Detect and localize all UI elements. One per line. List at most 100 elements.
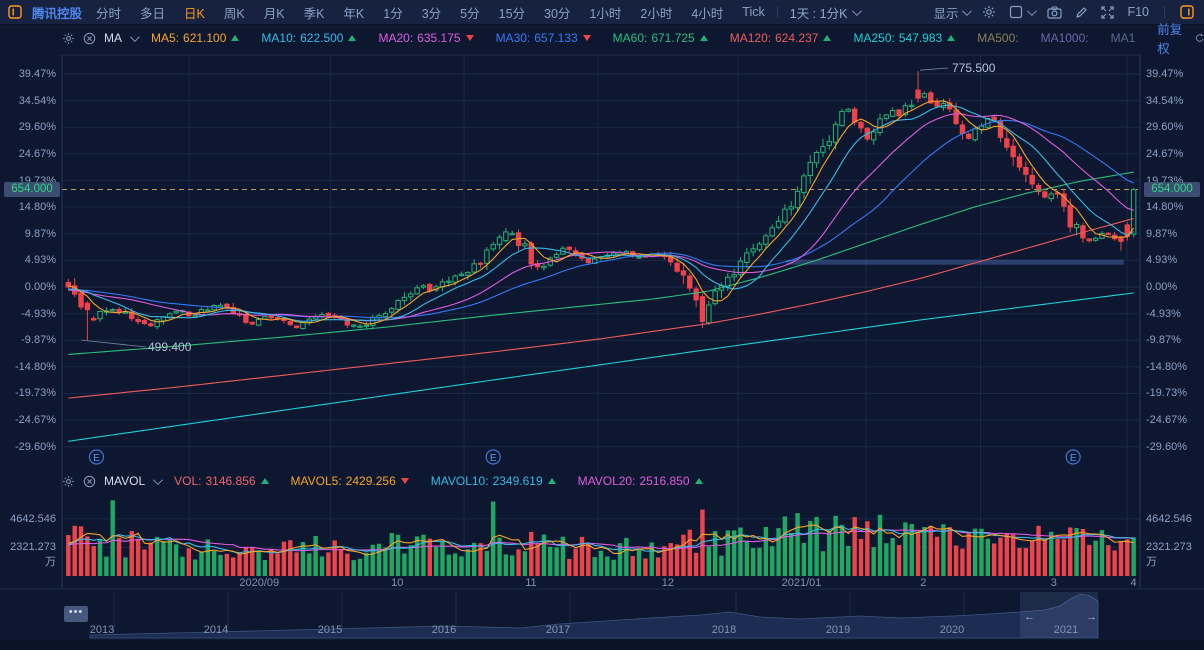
tab-2小时[interactable]: 2小时: [640, 3, 672, 22]
low-price-annotation: 499.400: [148, 340, 191, 354]
symbol-title[interactable]: 腾讯控股: [32, 3, 82, 22]
panel-toggle-icon[interactable]: [1180, 5, 1194, 19]
tab-30分[interactable]: 30分: [544, 3, 570, 22]
indicator-ma500[interactable]: MA500:: [977, 31, 1018, 45]
indicator-label: MA1: [1111, 31, 1136, 45]
up-arrow-icon: [823, 35, 831, 41]
indicator-mavol10[interactable]: MAVOL10:2349.619: [431, 474, 556, 488]
y-axis-label-right: -19.73%: [1146, 387, 1187, 399]
indicator-ma5[interactable]: MA5:621.100: [151, 31, 239, 45]
chevron-down-icon[interactable]: [130, 32, 140, 42]
month-label: 12: [662, 577, 674, 589]
up-arrow-icon: [695, 478, 703, 484]
tab-Tick[interactable]: Tick: [742, 5, 764, 19]
chevron-down-icon: [852, 6, 862, 16]
indicator-ma1[interactable]: MA1: [1111, 31, 1136, 45]
month-label: 2: [920, 577, 926, 589]
indicator-settings-gear-icon[interactable]: [62, 32, 75, 45]
current-price-badge-left: 654.000: [4, 182, 60, 197]
tab-多日[interactable]: 多日: [140, 3, 165, 22]
indicator-label: MA30:: [496, 31, 531, 45]
ma-panel-name[interactable]: MA: [104, 31, 122, 45]
navigator-right-handle[interactable]: →: [1086, 611, 1097, 623]
month-label: 11: [525, 577, 536, 589]
tab-3分[interactable]: 3分: [422, 3, 441, 22]
svg-text:E: E: [490, 453, 497, 464]
tab-1小时[interactable]: 1小时: [589, 3, 621, 22]
month-label: 2020/09: [239, 577, 279, 589]
up-arrow-icon: [348, 35, 356, 41]
indicator-vol[interactable]: VOL: 3146.856: [174, 474, 268, 488]
indicator-settings-gear-icon[interactable]: [62, 475, 75, 488]
y-axis-label-left: -9.87%: [0, 334, 56, 346]
tab-1分[interactable]: 1分: [383, 3, 402, 22]
year-label: 2017: [546, 624, 570, 636]
tab-分时[interactable]: 分时: [96, 3, 121, 22]
y-axis-label-left: -19.73%: [0, 387, 56, 399]
indicator-ma250[interactable]: MA250:547.983: [853, 31, 955, 45]
down-arrow-icon: [401, 478, 409, 484]
tab-年K[interactable]: 年K: [343, 3, 364, 22]
tab-日K[interactable]: 日K: [184, 3, 205, 22]
tab-4小时[interactable]: 4小时: [691, 3, 723, 22]
up-arrow-icon: [700, 35, 708, 41]
indicator-ma1000[interactable]: MA1000:: [1041, 31, 1089, 45]
toolbar-separator: [1164, 6, 1165, 18]
tab-季K[interactable]: 季K: [304, 3, 325, 22]
f10-button[interactable]: F10: [1127, 5, 1149, 19]
vol-axis-label-left: 2321.273: [0, 541, 56, 553]
y-axis-label-right: 4.93%: [1146, 254, 1177, 266]
y-axis-label-right: 24.67%: [1146, 148, 1183, 160]
navigator-more-button[interactable]: •••: [64, 606, 88, 622]
indicator-ma20[interactable]: MA20:635.175: [378, 31, 473, 45]
svg-text:E: E: [93, 453, 100, 464]
up-arrow-icon: [548, 478, 556, 484]
ma-indicator-row: MA MA5:621.100 MA10:622.500 MA20:635.175 MA…: [62, 29, 1172, 47]
indicator-ma60[interactable]: MA60:671.725: [613, 31, 708, 45]
ma-row-controls: MA: [62, 31, 137, 45]
indicator-label: MA10:: [261, 31, 296, 45]
toolbar: 腾讯控股 分时多日日K 周K 月K 季K 年K 1分 3分 5分 15分 30分 1小时 2小时 4小时…: [0, 0, 1204, 25]
adjust-mode-button[interactable]: 前复权: [1157, 19, 1183, 57]
candlestick-chart-canvas[interactable]: EEE: [0, 0, 1204, 650]
period-tabs: 分时多日日K 周K 月K 季K 年K 1分 3分 5分 15分 30分 1小时 2小时 4小时 Tick: [96, 3, 765, 22]
year-label: 2021: [1054, 624, 1078, 636]
up-arrow-icon: [231, 35, 239, 41]
tab-15分[interactable]: 15分: [499, 3, 525, 22]
indicator-ma120[interactable]: MA120:624.237: [730, 31, 832, 45]
vol-indicator-row: MAVOL VOL: 3146.856 MAVOL5:2429.256 MAVOL10…: [62, 472, 1140, 490]
mavol-values: VOL: 3146.856 MAVOL5:2429.256 MAVOL10:2349.…: [174, 474, 724, 488]
vol-panel-name[interactable]: MAVOL: [104, 474, 145, 488]
sidebar-toggle-icon[interactable]: [8, 5, 22, 19]
navigator-left-handle[interactable]: ←: [1024, 611, 1035, 623]
indicator-label: MA60:: [613, 31, 648, 45]
fullscreen-expand-icon[interactable]: [1101, 6, 1114, 19]
y-axis-label-left: 29.60%: [0, 121, 56, 133]
tab-5分[interactable]: 5分: [460, 3, 479, 22]
indicator-mavol5[interactable]: MAVOL5:2429.256: [291, 474, 409, 488]
indicator-value: 2429.256: [346, 474, 396, 488]
chevron-down-icon[interactable]: [153, 475, 163, 485]
undo-icon[interactable]: [1195, 31, 1204, 45]
ma-row-right: 前复权: [1157, 19, 1204, 57]
indicator-label: VOL:: [174, 474, 201, 488]
indicator-label: MA500:: [977, 31, 1018, 45]
display-dropdown[interactable]: 显示: [933, 3, 969, 22]
vol-axis-label-left: 4642.546: [0, 513, 56, 525]
indicator-ma10[interactable]: MA10:622.500: [261, 31, 356, 45]
down-arrow-icon: [466, 35, 474, 41]
vol-unit-right: 万: [1146, 556, 1157, 568]
period-combo-dropdown[interactable]: 1天 : 1分K: [790, 3, 860, 22]
tab-月K[interactable]: 月K: [264, 3, 285, 22]
indicator-mavol20[interactable]: MAVOL20:2516.850: [578, 474, 703, 488]
chart-type-dropdown[interactable]: [1009, 5, 1034, 19]
draw-pencil-icon[interactable]: [1075, 6, 1088, 19]
month-label: 10: [391, 577, 403, 589]
settings-gear-icon[interactable]: [982, 5, 996, 19]
indicator-close-icon[interactable]: [83, 32, 96, 45]
indicator-close-icon[interactable]: [83, 475, 96, 488]
screenshot-camera-icon[interactable]: [1047, 6, 1062, 19]
indicator-value: 3146.856: [205, 474, 255, 488]
tab-周K[interactable]: 周K: [224, 3, 245, 22]
indicator-ma30[interactable]: MA30:657.133: [496, 31, 591, 45]
